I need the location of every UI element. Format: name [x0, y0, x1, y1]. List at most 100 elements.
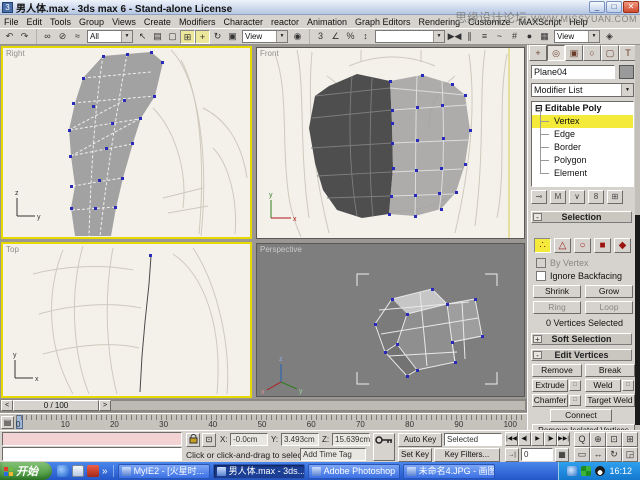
- command-panel-scrollbar[interactable]: [635, 45, 640, 430]
- play-icon[interactable]: ▶: [531, 432, 544, 446]
- auto-key-button[interactable]: Auto Key: [398, 433, 442, 447]
- window-crossing-icon[interactable]: ⊞: [180, 30, 195, 44]
- element-mode-icon[interactable]: ◆: [614, 238, 631, 253]
- previous-frame-icon[interactable]: ◀|: [518, 432, 531, 446]
- minimize-button[interactable]: _: [589, 1, 605, 13]
- angle-snap-icon[interactable]: ∠: [328, 30, 343, 44]
- task-button[interactable]: Adobe Photoshop: [308, 464, 400, 479]
- zoom-region-icon[interactable]: ▭: [574, 447, 590, 462]
- render-type-dropdown[interactable]: View: [554, 30, 600, 43]
- tab-display[interactable]: ▢: [601, 45, 619, 61]
- vertex-mode-icon[interactable]: ∴: [534, 238, 551, 253]
- use-pivot-point-icon[interactable]: ◉: [290, 30, 305, 44]
- make-unique-icon[interactable]: ∨: [569, 190, 585, 204]
- viewport-label-right[interactable]: Right: [6, 49, 25, 58]
- go-to-end-icon[interactable]: ▶▶|: [557, 432, 570, 446]
- viewport-top[interactable]: y x Top: [1, 242, 252, 398]
- internet-explorer-icon[interactable]: [57, 465, 69, 477]
- absolute-offset-toggle-icon[interactable]: ⊡: [202, 433, 216, 447]
- reference-coordinate-dropdown[interactable]: View: [242, 30, 288, 43]
- curve-editor-icon[interactable]: ~: [492, 30, 507, 44]
- menu-item[interactable]: Views: [108, 17, 140, 27]
- menu-item[interactable]: Help: [565, 17, 592, 27]
- named-selection-dropdown[interactable]: [375, 30, 445, 43]
- rectangular-selection-icon[interactable]: ▢: [165, 30, 180, 44]
- menu-item[interactable]: Animation: [303, 17, 351, 27]
- selection-filter-dropdown[interactable]: All: [87, 30, 133, 43]
- percent-snap-icon[interactable]: %: [343, 30, 358, 44]
- menu-item[interactable]: Group: [75, 17, 108, 27]
- edge-mode-icon[interactable]: △: [554, 238, 571, 253]
- go-to-start-icon[interactable]: |◀◀: [505, 432, 518, 446]
- zoom-all-icon[interactable]: ⊕: [590, 432, 606, 447]
- menu-item[interactable]: Create: [140, 17, 175, 27]
- toolbar-separator[interactable]: [305, 29, 310, 44]
- select-and-move-icon[interactable]: +: [195, 30, 210, 44]
- task-button[interactable]: 男人体.max - 3ds...: [213, 464, 305, 479]
- chamfer-button[interactable]: Chamfer: [532, 394, 568, 407]
- layer-manager-icon[interactable]: ≡: [477, 30, 492, 44]
- menu-item[interactable]: File: [0, 17, 23, 27]
- expand-icon[interactable]: +: [533, 335, 542, 343]
- align-icon[interactable]: ∥: [462, 30, 477, 44]
- spinner-snap-icon[interactable]: ↕: [358, 30, 373, 44]
- maxscript-mini-listener-pink[interactable]: [2, 432, 182, 446]
- weld-settings-icon[interactable]: □: [622, 380, 634, 391]
- start-button[interactable]: 开始: [0, 462, 52, 480]
- set-key-button[interactable]: Set Key: [398, 448, 432, 462]
- time-configuration-icon[interactable]: ▦: [555, 448, 569, 462]
- viewport-front[interactable]: y x Front: [256, 47, 525, 239]
- time-slider-prev-button[interactable]: <: [1, 400, 13, 411]
- maximize-button[interactable]: □: [606, 1, 622, 13]
- edit-vertices-rollout-header[interactable]: - Edit Vertices: [531, 349, 632, 361]
- key-filters-button[interactable]: Key Filters...: [434, 448, 500, 462]
- select-object-icon[interactable]: ↖: [135, 30, 150, 44]
- tab-motion[interactable]: ○: [583, 45, 601, 61]
- bind-to-space-warp-icon[interactable]: ≈: [70, 30, 85, 44]
- maxscript-mini-listener-white[interactable]: [2, 447, 182, 461]
- mini-curve-editor-icon[interactable]: ▤: [1, 416, 14, 429]
- tab-modify[interactable]: ◎: [547, 45, 565, 61]
- unlink-selection-icon[interactable]: ⊘: [55, 30, 70, 44]
- mirror-icon[interactable]: ▶◀: [447, 30, 462, 44]
- viewport-right[interactable]: z y Right: [1, 46, 252, 239]
- close-button[interactable]: ✕: [623, 1, 639, 13]
- media-player-icon[interactable]: [87, 465, 99, 477]
- menu-item[interactable]: Rendering: [415, 17, 465, 27]
- selection-rollout-header[interactable]: - Selection: [531, 211, 632, 223]
- ring-button[interactable]: Ring: [533, 301, 581, 314]
- modifier-stack[interactable]: ⊟ Editable Poly VertexEdgeBorderPolygonE…: [531, 101, 634, 187]
- tab-create[interactable]: +: [529, 45, 547, 61]
- messenger-tray-icon[interactable]: [581, 466, 591, 476]
- time-slider-handle[interactable]: 0 / 100: [13, 400, 99, 411]
- next-frame-icon[interactable]: |▶: [544, 432, 557, 446]
- y-coordinate-field[interactable]: 3.493cm: [281, 433, 319, 446]
- toolbar-separator[interactable]: [32, 29, 37, 44]
- remove-modifier-icon[interactable]: 8: [588, 190, 604, 204]
- arc-rotate-icon[interactable]: ↻: [606, 447, 622, 462]
- viewport-label-top[interactable]: Top: [6, 245, 19, 254]
- set-key-icon[interactable]: [373, 433, 395, 461]
- viewport-perspective[interactable]: z x y Perspective: [256, 243, 525, 397]
- quick-launch-more-icon[interactable]: »: [102, 466, 108, 477]
- break-button[interactable]: Break: [585, 364, 635, 377]
- schematic-view-icon[interactable]: #: [507, 30, 522, 44]
- chamfer-settings-icon[interactable]: □: [569, 395, 581, 406]
- zoom-icon[interactable]: Q: [574, 432, 590, 447]
- show-end-result-icon[interactable]: M: [550, 190, 566, 204]
- task-button[interactable]: 未命名4.JPG - 画图: [403, 464, 495, 479]
- extrude-settings-icon[interactable]: □: [569, 380, 581, 391]
- time-slider-track[interactable]: [111, 400, 526, 411]
- target-weld-button[interactable]: Target Weld: [585, 394, 635, 407]
- menu-item[interactable]: Graph Editors: [351, 17, 415, 27]
- modifier-list-dropdown[interactable]: Modifier List: [531, 83, 634, 97]
- network-tray-icon[interactable]: [567, 466, 577, 476]
- redo-icon[interactable]: ↷: [17, 30, 32, 44]
- show-desktop-icon[interactable]: [72, 465, 84, 477]
- zoom-extents-icon[interactable]: ⊡: [606, 432, 622, 447]
- menu-item[interactable]: Character: [219, 17, 267, 27]
- object-name-field[interactable]: Plane04: [531, 65, 615, 79]
- undo-icon[interactable]: ↶: [2, 30, 17, 44]
- min-max-toggle-icon[interactable]: ◲: [622, 447, 638, 462]
- selection-lock-icon[interactable]: [186, 433, 200, 447]
